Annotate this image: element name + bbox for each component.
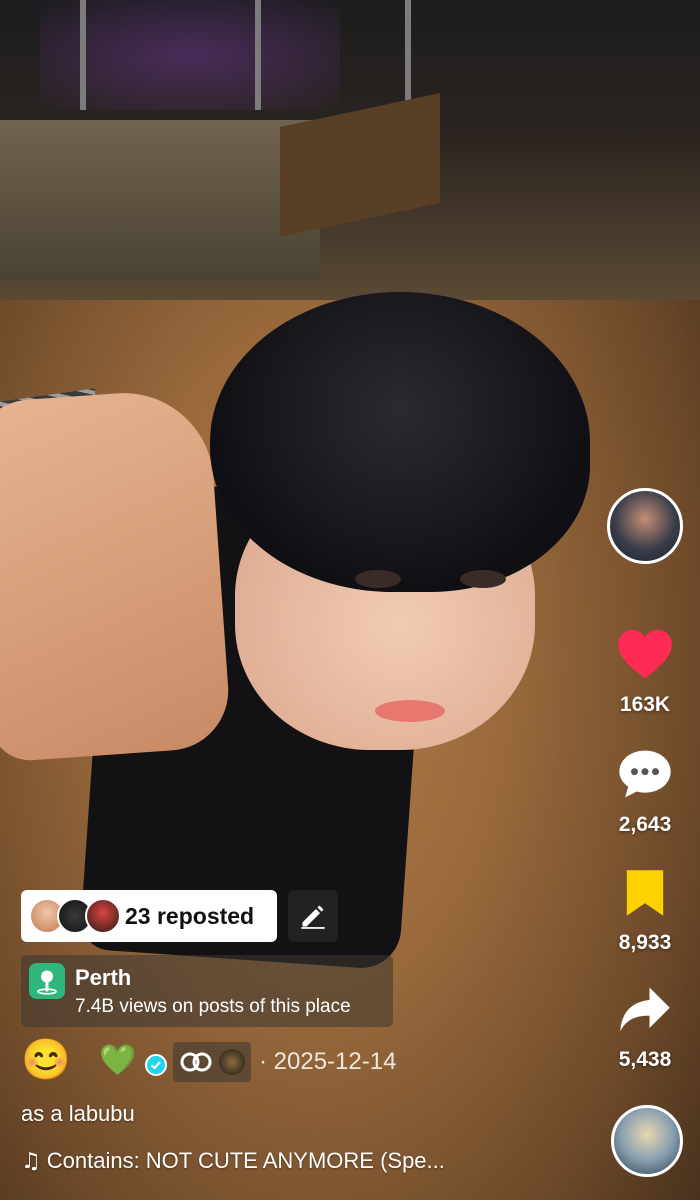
creator-avatar[interactable] bbox=[607, 488, 683, 564]
verified-badge-icon bbox=[145, 1054, 167, 1076]
video-player[interactable]: 163K 2,643 8,933 5,438 23 reposted Perth… bbox=[0, 0, 700, 1200]
location-pin-icon bbox=[29, 963, 65, 999]
video-caption: as a labubu bbox=[21, 1101, 135, 1126]
collab-badge[interactable] bbox=[173, 1042, 251, 1082]
location-name: Perth bbox=[75, 965, 132, 990]
share-button[interactable]: 5,438 bbox=[600, 985, 690, 1072]
author-row[interactable]: 😊 💚 · 2025-12-14 bbox=[21, 1032, 441, 1090]
post-date: · 2025-12-14 bbox=[259, 1048, 397, 1075]
share-icon bbox=[620, 987, 670, 1032]
heart-icon bbox=[618, 629, 672, 679]
music-disc-avatar[interactable] bbox=[611, 1105, 683, 1177]
save-count: 8,933 bbox=[618, 931, 672, 954]
music-note-icon: ♫ bbox=[21, 1149, 41, 1174]
reposter-avatar bbox=[85, 898, 121, 934]
comment-icon bbox=[619, 750, 671, 798]
collab-icon bbox=[180, 1052, 212, 1072]
music-title: Contains: NOT CUTE ANYMORE (Spe... bbox=[46, 1148, 445, 1173]
collab-avatar bbox=[219, 1049, 245, 1075]
edit-repost-button[interactable] bbox=[288, 890, 338, 942]
background-railing bbox=[405, 0, 411, 110]
bookmark-icon bbox=[626, 870, 664, 916]
like-button[interactable]: 163K bbox=[600, 628, 690, 717]
person-eye bbox=[460, 570, 506, 588]
author-name-emoji: 😊 bbox=[21, 1038, 71, 1082]
background-railing bbox=[255, 0, 261, 110]
pencil-icon bbox=[301, 905, 325, 929]
location-views: 7.4B views on posts of this place bbox=[75, 996, 351, 1017]
comment-button[interactable]: 2,643 bbox=[600, 748, 690, 837]
music-info[interactable]: ♫ Contains: NOT CUTE ANYMORE (Spe... bbox=[21, 1148, 445, 1174]
person-hair bbox=[210, 292, 590, 592]
repost-count-label: 23 reposted bbox=[125, 903, 255, 929]
comment-count: 2,643 bbox=[618, 813, 672, 836]
background-railing bbox=[80, 0, 86, 110]
background-steps bbox=[0, 120, 320, 280]
like-count: 163K bbox=[619, 693, 671, 716]
save-button[interactable]: 8,933 bbox=[600, 868, 690, 955]
repost-pill[interactable]: 23 reposted bbox=[21, 890, 277, 942]
person-arm bbox=[0, 387, 233, 763]
author-name-heart: 💚 bbox=[99, 1044, 137, 1077]
person-lips bbox=[375, 700, 445, 722]
person-eye bbox=[355, 570, 401, 588]
share-count: 5,438 bbox=[618, 1048, 672, 1071]
location-card[interactable]: Perth 7.4B views on posts of this place bbox=[21, 955, 393, 1027]
